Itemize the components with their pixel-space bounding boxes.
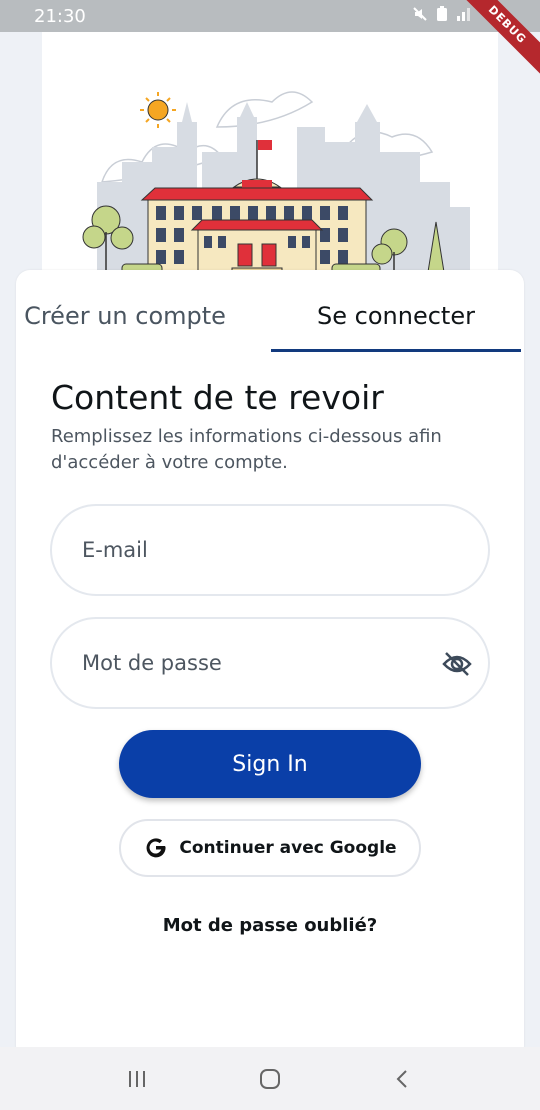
- status-icons: [412, 5, 472, 27]
- page-title: Content de te revoir: [51, 378, 384, 417]
- recents-icon[interactable]: [117, 1059, 157, 1099]
- mute-icon: [412, 6, 428, 27]
- back-icon[interactable]: [383, 1059, 423, 1099]
- login-card: Créer un compte Se connecter Content de …: [16, 270, 524, 1060]
- password-field-container: [50, 617, 490, 709]
- university-building-illustration: [82, 91, 470, 292]
- google-icon: [143, 833, 169, 864]
- eye-off-icon[interactable]: [440, 647, 474, 681]
- google-button-label: Continuer avec Google: [179, 838, 397, 858]
- status-time: 21:30: [34, 5, 86, 27]
- tab-login[interactable]: Se connecter: [271, 302, 521, 342]
- password-field[interactable]: [82, 619, 422, 707]
- battery-saver-icon: [436, 5, 448, 27]
- hero-illustration-card: [42, 32, 498, 292]
- home-icon[interactable]: [250, 1059, 290, 1099]
- system-nav-bar: [0, 1047, 540, 1110]
- page-subtitle: Remplissez les informations ci-dessous a…: [51, 426, 442, 473]
- sign-in-button[interactable]: Sign In: [119, 730, 421, 798]
- google-sign-in-button[interactable]: Continuer avec Google: [119, 819, 421, 877]
- tab-create-account[interactable]: Créer un compte: [16, 302, 234, 342]
- forgot-password-link[interactable]: Mot de passe oublié?: [16, 915, 524, 936]
- email-field-container: [50, 504, 490, 596]
- tab-active-indicator: [271, 349, 521, 352]
- signal-icon: [456, 6, 472, 27]
- status-bar: 21:30 DEBUG: [0, 0, 540, 79]
- email-field[interactable]: [82, 506, 422, 594]
- auth-tabs: Créer un compte Se connecter: [16, 270, 524, 354]
